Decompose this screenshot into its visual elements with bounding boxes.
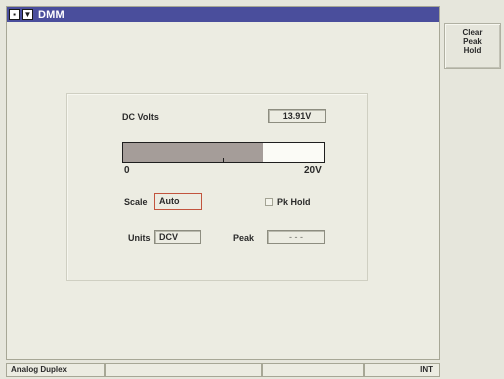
bar-min-label: 0 (124, 165, 130, 176)
units-select[interactable]: DCV (154, 230, 201, 244)
scale-label: Scale (124, 197, 148, 207)
bar-graph-fill (123, 143, 263, 162)
peak-label: Peak (233, 233, 255, 243)
clear-peak-hold-button[interactable]: Clear Peak Hold (444, 23, 501, 69)
scale-select[interactable]: Auto (154, 193, 202, 210)
pk-hold-label: Pk Hold (277, 197, 311, 207)
status-cell-2 (105, 363, 262, 377)
window-title: DMM (38, 8, 65, 21)
pk-hold-checkbox[interactable] (265, 198, 273, 206)
dmm-app: ▪ ▼ DMM DC Volts 13.91V 0 20V Scale Auto… (0, 0, 504, 379)
bar-graph-mid-tick (223, 158, 224, 162)
status-bar: Analog Duplex INT (6, 363, 440, 377)
peak-display: - - - (267, 230, 325, 244)
status-ref: INT (364, 363, 440, 377)
minimize-arrow-icon[interactable]: ▼ (22, 9, 33, 20)
bar-max-label: 20V (304, 165, 322, 176)
window-menu-icon[interactable]: ▪ (9, 9, 20, 20)
status-mode: Analog Duplex (6, 363, 105, 377)
status-cell-3 (262, 363, 364, 377)
units-label: Units (128, 233, 151, 243)
mode-label: DC Volts (122, 112, 159, 122)
reading-display: 13.91V (268, 109, 326, 123)
bar-graph (122, 142, 325, 163)
title-bar: ▪ ▼ DMM (7, 7, 439, 22)
